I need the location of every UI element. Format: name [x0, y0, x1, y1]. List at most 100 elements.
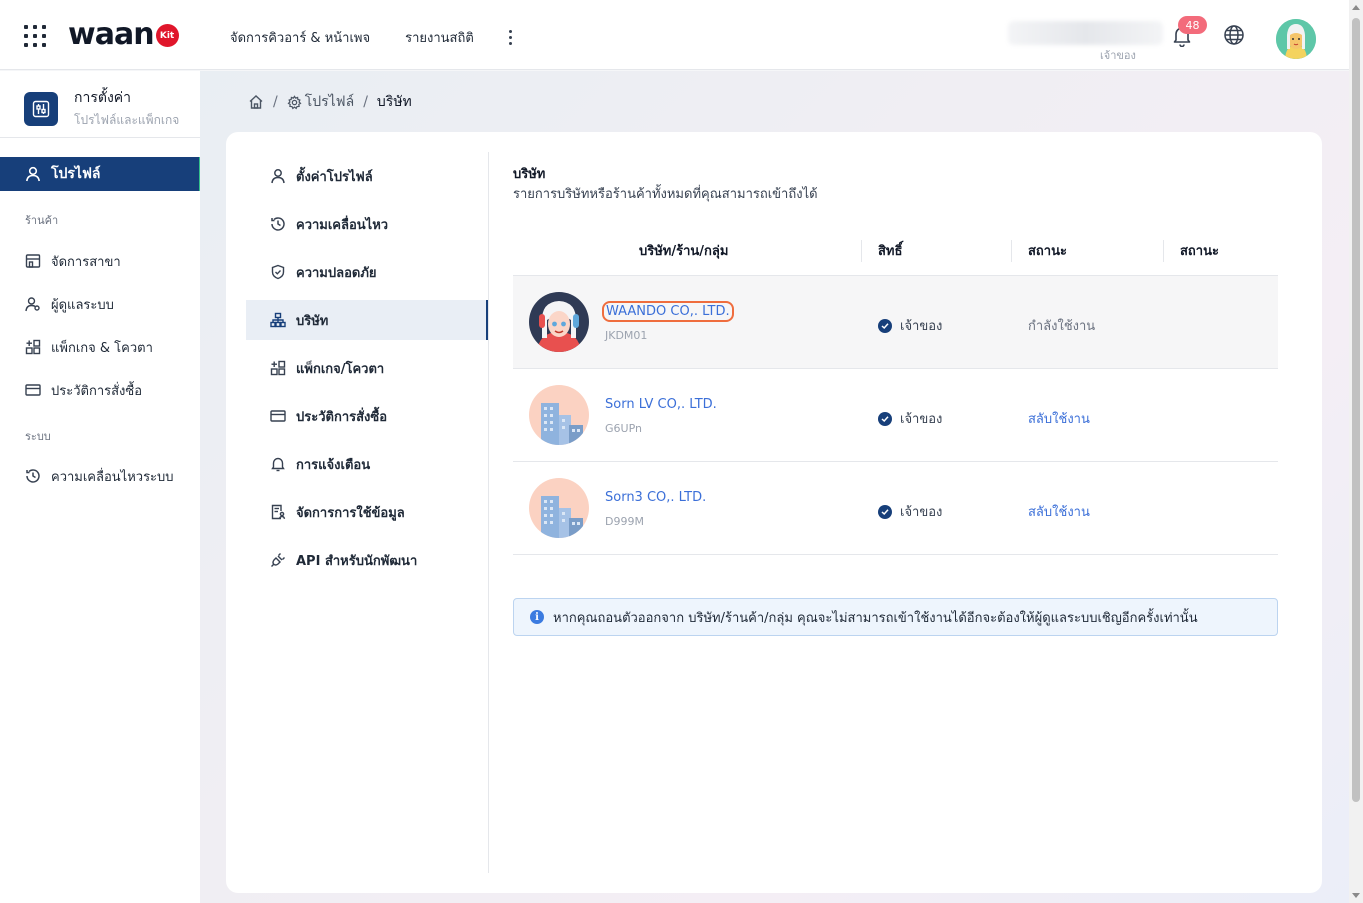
table-row[interactable]: Sorn3 CO,. LTD. D999M เจ้าของ สลับใช้งาน — [513, 462, 1278, 555]
company-status: กำลังใช้งาน — [1028, 319, 1096, 334]
logo-badge: Kit — [155, 24, 179, 47]
company-code: JKDM01 — [605, 329, 648, 342]
user-icon — [271, 169, 285, 184]
subnav-order-history[interactable]: ประวัติการสั่งซื้อ — [246, 396, 488, 436]
column-header-status-2: สถานะ — [1180, 244, 1219, 259]
grid-plus-icon — [270, 360, 286, 376]
breadcrumb: / โปรไฟล์ / บริษัท — [248, 91, 412, 113]
page-scrollbar[interactable] — [1349, 0, 1363, 903]
gear-icon — [287, 94, 302, 109]
subnav-notifications[interactable]: การแจ้งเตือน — [246, 444, 488, 484]
globe-icon[interactable] — [1223, 24, 1245, 46]
company-name-link[interactable]: Sorn LV CO,. LTD. — [605, 397, 717, 412]
company-avatar — [529, 478, 589, 538]
company-name-link[interactable]: Sorn3 CO,. LTD. — [605, 490, 706, 505]
subnav-label: ตั้งค่าโปรไฟล์ — [296, 169, 373, 185]
logo[interactable]: waan Kit — [68, 17, 179, 52]
role-label: เจ้าของ — [900, 505, 943, 520]
company-name-link[interactable]: WAANDO CO,. LTD. — [602, 301, 734, 322]
logo-text: waan — [68, 17, 155, 52]
grid-plus-icon — [25, 339, 41, 355]
table-row[interactable]: WAANDO CO,. LTD. JKDM01 เจ้าของ กำลังใช้… — [513, 276, 1278, 369]
subnav-label: API สำหรับนักพัฒนา — [296, 553, 418, 569]
company-code: G6UPn — [605, 422, 642, 435]
plug-icon — [271, 553, 285, 567]
breadcrumb-current: บริษัท — [376, 94, 412, 110]
breadcrumb-profile[interactable]: โปรไฟล์ — [305, 91, 354, 113]
home-icon[interactable] — [248, 94, 264, 110]
left-sidebar: การตั้งค่า โปรไฟล์และแพ็กเกจ โปรไฟล์ ร้า… — [0, 71, 202, 903]
settings-subtitle: โปรไฟล์และแพ็กเกจ — [74, 113, 180, 127]
table-row[interactable]: Sorn LV CO,. LTD. G6UPn เจ้าของ สลับใช้ง… — [513, 369, 1278, 462]
sidebar-group-system: ระบบ — [25, 430, 51, 443]
subnav-label: ความปลอดภัย — [296, 265, 377, 281]
breadcrumb-separator: / — [363, 94, 368, 110]
subnav-activity[interactable]: ความเคลื่อนไหว — [246, 204, 488, 244]
switch-company-link[interactable]: สลับใช้งาน — [1028, 501, 1090, 522]
user-avatar[interactable] — [1276, 19, 1316, 59]
nav-qr-pages[interactable]: จัดการคิวอาร์ & หน้าเพจ — [230, 27, 370, 48]
company-avatar — [529, 385, 589, 445]
sidebar-item-label: จัดการสาขา — [51, 254, 121, 270]
more-menu-icon[interactable] — [508, 30, 512, 45]
role-label: เจ้าของ — [900, 412, 943, 427]
sidebar-item-label: โปรไฟล์ — [51, 166, 101, 182]
scroll-thumb[interactable] — [1352, 18, 1360, 802]
notification-badge: 48 — [1178, 16, 1207, 34]
org-chart-icon — [270, 312, 286, 328]
table-header: บริษัท/ร้าน/กลุ่ม สิทธิ์ สถานะ สถานะ — [513, 230, 1278, 276]
subnav-profile-settings[interactable]: ตั้งค่าโปรไฟล์ — [246, 156, 488, 196]
nav-statistics[interactable]: รายงานสถิติ — [405, 27, 474, 48]
scroll-up-icon[interactable] — [1352, 5, 1360, 10]
history-icon — [271, 217, 285, 231]
switch-company-link[interactable]: สลับใช้งาน — [1028, 408, 1090, 429]
content-divider — [488, 152, 489, 873]
subnav-label: ความเคลื่อนไหว — [296, 217, 389, 233]
company-avatar — [529, 292, 589, 352]
column-header-status: สถานะ — [1028, 244, 1067, 259]
column-separator — [1011, 240, 1012, 262]
info-icon: i — [530, 610, 544, 624]
store-icon — [25, 254, 41, 268]
subnav-label: การแจ้งเตือน — [296, 457, 371, 473]
sidebar-item-system-activity[interactable]: ความเคลื่อนไหวระบบ — [0, 459, 200, 493]
subnav-data-usage[interactable]: จัดการการใช้ข้อมูล — [246, 492, 488, 532]
company-code: D999M — [605, 515, 644, 528]
column-header-company: บริษัท/ร้าน/กลุ่ม — [639, 244, 729, 259]
settings-sliders-icon — [24, 91, 58, 126]
sidebar-item-label: ผู้ดูแลระบบ — [51, 297, 114, 313]
company-role: เจ้าของ — [878, 315, 942, 336]
info-message: หากคุณถอนตัวออกจาก บริษัท/ร้านค้า/กลุ่ม … — [553, 610, 1198, 626]
sidebar-item-branches[interactable]: จัดการสาขา — [0, 244, 200, 278]
company-table: บริษัท/ร้าน/กลุ่ม สิทธิ์ สถานะ สถานะ WAA… — [513, 230, 1278, 555]
subnav-label: แพ็กเกจ/โควตา — [296, 361, 385, 377]
column-separator — [1163, 240, 1164, 262]
sidebar-item-admins[interactable]: ผู้ดูแลระบบ — [0, 287, 200, 321]
apps-grid-icon[interactable] — [24, 25, 46, 47]
subnav-company[interactable]: บริษัท — [246, 300, 488, 340]
column-separator — [861, 240, 862, 262]
bell-icon — [271, 457, 285, 472]
company-role: เจ้าของ — [878, 501, 942, 522]
subnav-security[interactable]: ความปลอดภัย — [246, 252, 488, 292]
sidebar-item-package[interactable]: แพ็กเกจ & โควตา — [0, 330, 200, 364]
check-circle-icon — [878, 318, 892, 333]
shield-check-icon — [271, 264, 285, 280]
credit-card-icon — [25, 384, 41, 396]
subnav-package-quota[interactable]: แพ็กเกจ/โควตา — [246, 348, 488, 388]
sidebar-group-shop: ร้านค้า — [25, 214, 59, 227]
company-role: เจ้าของ — [878, 408, 942, 429]
role-label: เจ้าของ — [900, 319, 943, 334]
section-description: รายการบริษัทหรือร้านค้าทั้งหมดที่คุณสามา… — [513, 187, 818, 202]
scroll-down-icon[interactable] — [1352, 893, 1360, 898]
subnav-label: จัดการการใช้ข้อมูล — [296, 505, 405, 521]
breadcrumb-separator: / — [273, 94, 278, 110]
subnav-api-developers[interactable]: API สำหรับนักพัฒนา — [246, 540, 488, 580]
sidebar-item-orders[interactable]: ประวัติการสั่งซื้อ — [0, 373, 200, 407]
sidebar-item-profile[interactable]: โปรไฟล์ — [0, 157, 202, 191]
sidebar-divider — [0, 137, 200, 138]
user-icon — [26, 166, 40, 182]
top-nav: จัดการคิวอาร์ & หน้าเพจ รายงานสถิติ — [230, 27, 512, 48]
history-icon — [26, 469, 40, 483]
user-name-blurred[interactable] — [1008, 21, 1163, 45]
